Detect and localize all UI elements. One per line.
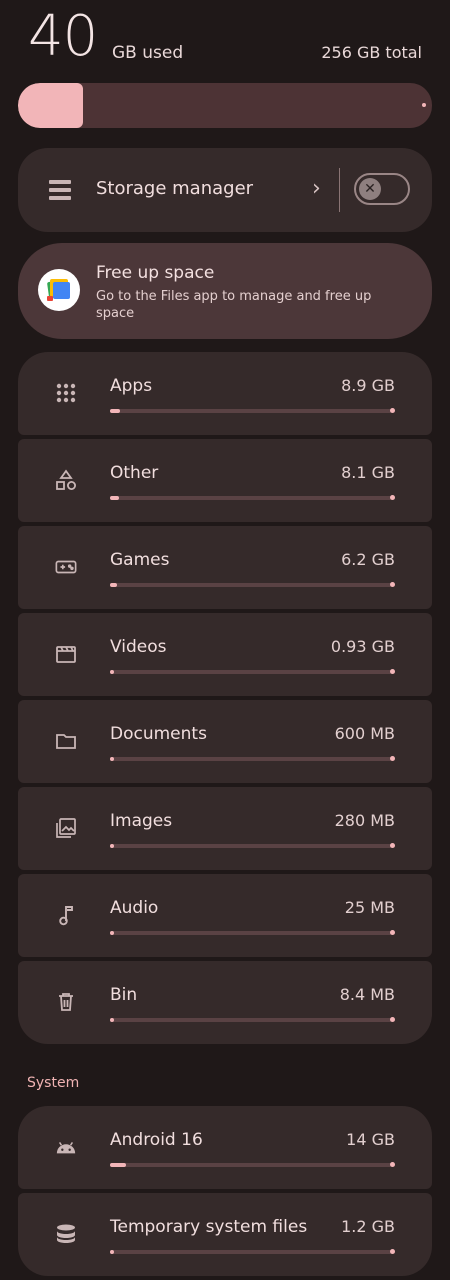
chevron-right-icon[interactable]: › <box>312 176 321 201</box>
usage-bar-end-dot <box>422 103 426 107</box>
category-name: Other <box>110 463 159 483</box>
storage-manager-label: Storage manager <box>96 178 254 199</box>
category-usage-fill <box>110 670 115 674</box>
free-up-description: Go to the Files app to manage and free u… <box>96 289 372 321</box>
android-icon <box>55 1136 77 1158</box>
category-row-apps[interactable]: Apps 8.9 GB <box>18 352 432 435</box>
storage-manager-toggle[interactable]: ✕ <box>354 173 410 205</box>
category-size: 280 MB <box>334 811 395 830</box>
category-row-audio[interactable]: Audio 25 MB <box>18 874 432 957</box>
category-size: 8.4 MB <box>339 985 395 1004</box>
system-section-label: System <box>27 1075 80 1091</box>
system-item-usage-end-dot <box>390 1162 395 1167</box>
category-usage-fill <box>110 757 115 761</box>
files-app-icon <box>38 269 80 311</box>
category-usage-bar <box>110 495 395 500</box>
category-name: Images <box>110 811 173 831</box>
free-up-title: Free up space <box>96 263 215 283</box>
category-name: Audio <box>110 898 159 918</box>
category-usage-end-dot <box>390 1017 395 1022</box>
music-note-icon <box>55 904 77 926</box>
category-size: 8.9 GB <box>341 376 395 395</box>
usage-bar-fill <box>18 83 83 128</box>
category-usage-end-dot <box>390 756 395 761</box>
image-icon <box>55 817 77 839</box>
category-name: Documents <box>110 724 207 744</box>
system-item-usage-bar <box>110 1162 395 1167</box>
storage-usage-bar <box>18 83 432 128</box>
category-usage-bar <box>110 669 395 674</box>
category-name: Apps <box>110 376 153 396</box>
category-row-documents[interactable]: Documents 600 MB <box>18 700 432 783</box>
database-icon <box>55 1223 77 1245</box>
trash-icon <box>55 991 77 1013</box>
category-usage-end-dot <box>390 843 395 848</box>
category-usage-bar <box>110 930 395 935</box>
category-usage-fill <box>110 1018 115 1022</box>
category-size: 6.2 GB <box>341 550 395 569</box>
used-unit: GB used <box>112 43 184 63</box>
close-icon: ✕ <box>359 178 381 200</box>
system-item-name: Temporary system files <box>110 1217 308 1237</box>
free-up-space-card[interactable]: Free up space Go to the Files app to man… <box>18 243 432 339</box>
gamepad-icon <box>55 556 77 578</box>
category-usage-bar <box>110 1017 395 1022</box>
system-item-name: Android 16 <box>110 1130 203 1150</box>
category-size: 600 MB <box>334 724 395 743</box>
storage-list-icon <box>49 180 71 200</box>
category-usage-end-dot <box>390 930 395 935</box>
system-item-size: 1.2 GB <box>341 1217 395 1236</box>
system-item-usage-end-dot <box>390 1249 395 1254</box>
system-item-usage-fill <box>110 1163 126 1167</box>
category-size: 8.1 GB <box>341 463 395 482</box>
used-value: 40 <box>28 4 98 69</box>
category-usage-fill <box>110 844 115 848</box>
category-usage-fill <box>110 409 120 413</box>
category-usage-bar <box>110 843 395 848</box>
category-row-bin[interactable]: Bin 8.4 MB <box>18 961 432 1044</box>
storage-manager-card[interactable]: Storage manager › ✕ <box>18 148 432 232</box>
system-item-usage-fill <box>110 1250 115 1254</box>
total-capacity: 256 GB total <box>321 43 422 62</box>
category-row-games[interactable]: Games 6.2 GB <box>18 526 432 609</box>
category-usage-end-dot <box>390 408 395 413</box>
category-row-other[interactable]: Other 8.1 GB <box>18 439 432 522</box>
category-usage-fill <box>110 583 117 587</box>
category-name: Videos <box>110 637 167 657</box>
system-item-size: 14 GB <box>346 1130 395 1149</box>
category-row-videos[interactable]: Videos 0.93 GB <box>18 613 432 696</box>
category-size: 25 MB <box>344 898 395 917</box>
category-usage-end-dot <box>390 582 395 587</box>
category-row-images[interactable]: Images 280 MB <box>18 787 432 870</box>
category-size: 0.93 GB <box>330 637 395 656</box>
system-item-row-temporary-system-files[interactable]: Temporary system files 1.2 GB <box>18 1193 432 1276</box>
category-usage-bar <box>110 408 395 413</box>
divider <box>339 168 340 212</box>
clapperboard-icon <box>55 643 77 665</box>
storage-summary: 40 GB used 256 GB total <box>28 6 422 68</box>
category-usage-end-dot <box>390 669 395 674</box>
category-usage-end-dot <box>390 495 395 500</box>
system-item-usage-bar <box>110 1249 395 1254</box>
category-usage-fill <box>110 931 115 935</box>
category-usage-bar <box>110 756 395 761</box>
shapes-icon <box>55 469 77 491</box>
category-name: Games <box>110 550 170 570</box>
system-item-row-android-16[interactable]: Android 16 14 GB <box>18 1106 432 1189</box>
category-name: Bin <box>110 985 138 1005</box>
folder-icon <box>55 730 77 752</box>
apps-grid-icon <box>55 382 77 404</box>
category-usage-fill <box>110 496 120 500</box>
category-usage-bar <box>110 582 395 587</box>
